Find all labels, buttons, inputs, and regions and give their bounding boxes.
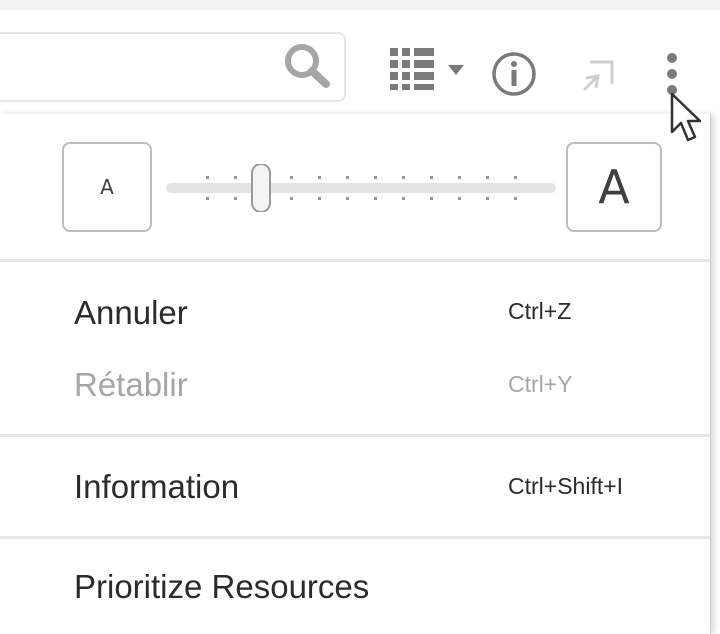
divider bbox=[0, 536, 710, 539]
chevron-down-icon[interactable] bbox=[446, 64, 466, 76]
expand-icon[interactable] bbox=[578, 52, 622, 96]
divider bbox=[0, 434, 710, 437]
divider bbox=[0, 259, 710, 262]
font-size-slider[interactable] bbox=[166, 164, 556, 212]
menu-shortcut-annuler: Ctrl+Z bbox=[508, 298, 572, 324]
dropdown-menu: A A Annuler Ctrl+Z Rétablir Ctrl+Y Infor… bbox=[0, 114, 711, 634]
menu-item-prioritize-resources[interactable]: Prioritize Resources bbox=[74, 568, 369, 606]
search-icon[interactable] bbox=[282, 42, 332, 88]
menu-item-information[interactable]: Information bbox=[74, 468, 239, 506]
slider-thumb bbox=[251, 164, 271, 212]
top-strip bbox=[0, 0, 720, 10]
mouse-cursor-icon bbox=[670, 92, 702, 142]
menu-item-annuler[interactable]: Annuler bbox=[74, 294, 188, 332]
menu-shortcut-retablir: Ctrl+Y bbox=[508, 371, 573, 397]
menu-item-retablir: Rétablir bbox=[74, 366, 188, 403]
menu-shortcut-information: Ctrl+Shift+I bbox=[508, 473, 624, 499]
increase-font-size-button[interactable]: A bbox=[566, 142, 662, 232]
info-icon[interactable] bbox=[490, 50, 538, 98]
grid-view-icon[interactable] bbox=[388, 46, 438, 92]
decrease-font-size-button[interactable]: A bbox=[62, 142, 152, 232]
